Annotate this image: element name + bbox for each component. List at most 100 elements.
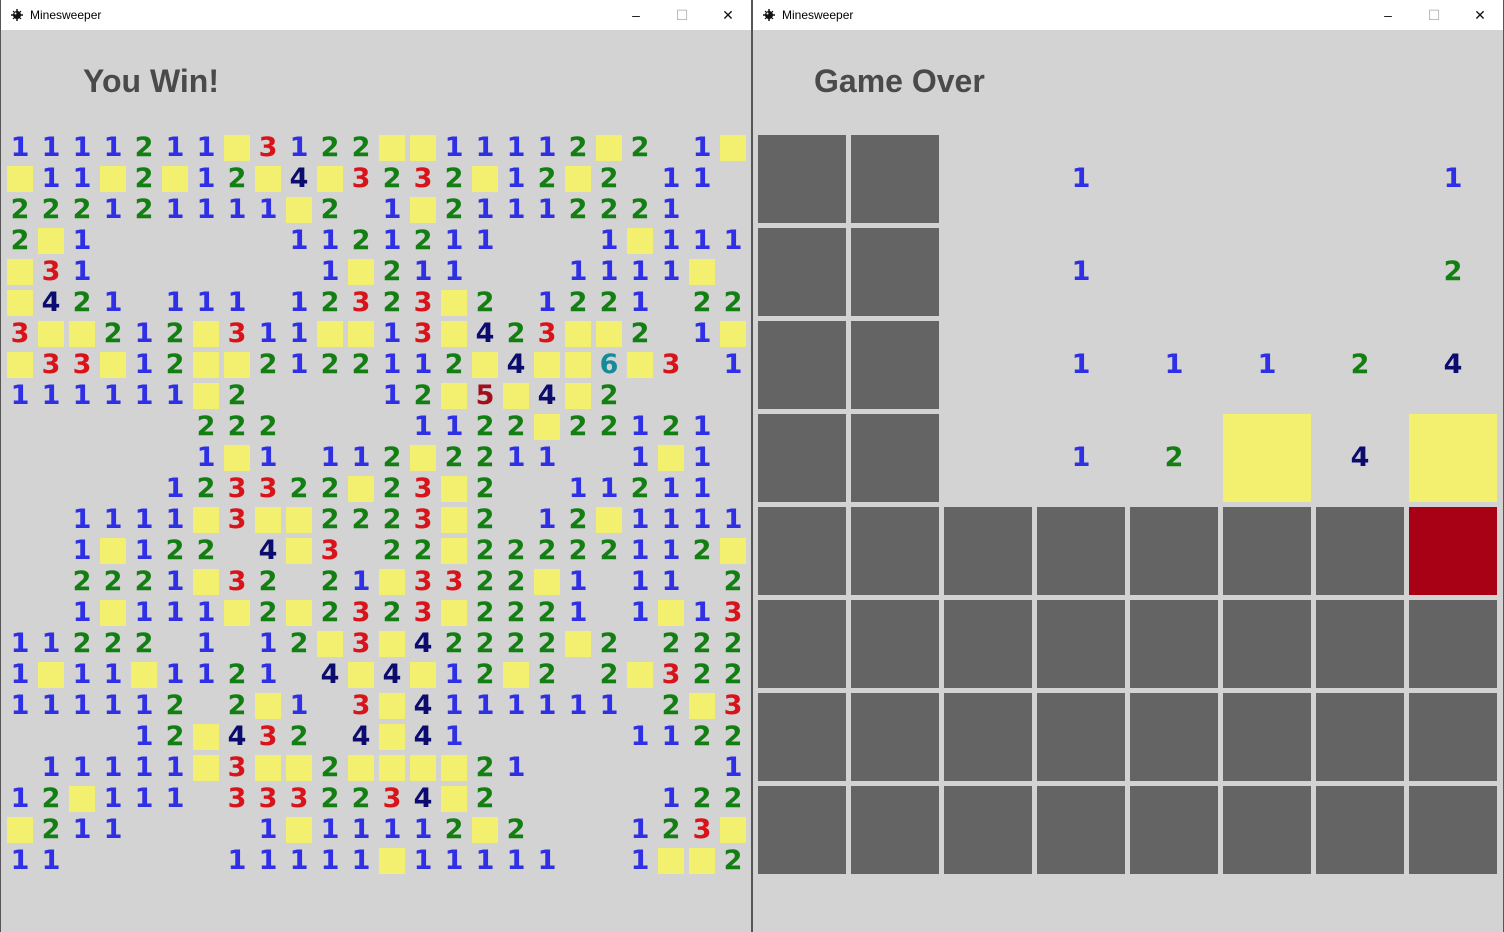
flagged-cell[interactable]: [69, 321, 95, 347]
number-cell[interactable]: 1: [689, 475, 715, 502]
number-cell[interactable]: 1: [472, 692, 498, 719]
hidden-cell[interactable]: [1316, 507, 1404, 595]
number-cell[interactable]: 3: [658, 351, 684, 378]
flagged-cell[interactable]: [348, 662, 374, 688]
hidden-cell[interactable]: [851, 786, 939, 874]
hidden-cell[interactable]: [1130, 693, 1218, 781]
number-cell[interactable]: 1: [348, 847, 374, 874]
number-cell[interactable]: 1: [255, 196, 281, 223]
number-cell[interactable]: 1: [472, 847, 498, 874]
number-cell[interactable]: 2: [627, 475, 653, 502]
number-cell[interactable]: 1: [69, 537, 95, 564]
flagged-cell[interactable]: [627, 228, 653, 254]
number-cell[interactable]: 3: [689, 816, 715, 843]
number-cell[interactable]: 2: [286, 475, 312, 502]
number-cell[interactable]: 1: [658, 506, 684, 533]
number-cell[interactable]: 1: [503, 754, 529, 781]
number-cell[interactable]: 1: [1037, 321, 1125, 409]
hidden-cell[interactable]: [1316, 786, 1404, 874]
number-cell[interactable]: 2: [69, 289, 95, 316]
flagged-cell[interactable]: [441, 383, 467, 409]
number-cell[interactable]: 2: [441, 630, 467, 657]
flagged-cell[interactable]: [720, 817, 746, 843]
number-cell[interactable]: 2: [472, 568, 498, 595]
number-cell[interactable]: 2: [7, 196, 33, 223]
number-cell[interactable]: 1: [100, 506, 126, 533]
number-cell[interactable]: 1: [441, 227, 467, 254]
number-cell[interactable]: 1: [596, 692, 622, 719]
number-cell[interactable]: 1: [348, 444, 374, 471]
number-cell[interactable]: 1: [1223, 321, 1311, 409]
number-cell[interactable]: 2: [224, 661, 250, 688]
flagged-cell[interactable]: [7, 290, 33, 316]
number-cell[interactable]: 1: [503, 165, 529, 192]
flagged-cell[interactable]: [410, 755, 436, 781]
number-cell[interactable]: 2: [534, 661, 560, 688]
number-cell[interactable]: 2: [472, 289, 498, 316]
number-cell[interactable]: 2: [379, 475, 405, 502]
number-cell[interactable]: 1: [224, 289, 250, 316]
flagged-cell[interactable]: [286, 538, 312, 564]
number-cell[interactable]: 2: [720, 723, 746, 750]
number-cell[interactable]: 1: [534, 506, 560, 533]
flagged-cell[interactable]: [255, 755, 281, 781]
number-cell[interactable]: 2: [255, 568, 281, 595]
number-cell[interactable]: 1: [534, 289, 560, 316]
number-cell[interactable]: 1: [69, 134, 95, 161]
number-cell[interactable]: 3: [224, 568, 250, 595]
number-cell[interactable]: 2: [596, 289, 622, 316]
number-cell[interactable]: 4: [286, 165, 312, 192]
number-cell[interactable]: 1: [38, 847, 64, 874]
hidden-cell[interactable]: [851, 693, 939, 781]
number-cell[interactable]: 1: [317, 847, 343, 874]
number-cell[interactable]: 2: [534, 630, 560, 657]
number-cell[interactable]: 2: [317, 506, 343, 533]
number-cell[interactable]: 1: [658, 568, 684, 595]
number-cell[interactable]: 2: [534, 537, 560, 564]
number-cell[interactable]: 2: [596, 196, 622, 223]
number-cell[interactable]: 1: [38, 134, 64, 161]
flagged-cell[interactable]: [7, 352, 33, 378]
number-cell[interactable]: 1: [379, 320, 405, 347]
flagged-cell[interactable]: [286, 817, 312, 843]
flagged-cell[interactable]: [658, 848, 684, 874]
number-cell[interactable]: 2: [472, 475, 498, 502]
number-cell[interactable]: 1: [131, 537, 157, 564]
number-cell[interactable]: 3: [224, 320, 250, 347]
number-cell[interactable]: 2: [100, 630, 126, 657]
number-cell[interactable]: 3: [658, 661, 684, 688]
number-cell[interactable]: 2: [348, 134, 374, 161]
flagged-cell[interactable]: [286, 197, 312, 223]
number-cell[interactable]: 4: [317, 661, 343, 688]
hidden-cell[interactable]: [758, 507, 846, 595]
number-cell[interactable]: 1: [441, 134, 467, 161]
number-cell[interactable]: 1: [348, 816, 374, 843]
number-cell[interactable]: 1: [627, 847, 653, 874]
flagged-cell[interactable]: [720, 321, 746, 347]
number-cell[interactable]: 1: [720, 351, 746, 378]
flagged-cell[interactable]: [255, 693, 281, 719]
hidden-cell[interactable]: [758, 321, 846, 409]
number-cell[interactable]: 1: [441, 847, 467, 874]
number-cell[interactable]: 1: [503, 444, 529, 471]
number-cell[interactable]: 2: [596, 382, 622, 409]
number-cell[interactable]: 2: [131, 165, 157, 192]
hidden-cell[interactable]: [1223, 693, 1311, 781]
number-cell[interactable]: 2: [503, 413, 529, 440]
number-cell[interactable]: 1: [689, 413, 715, 440]
number-cell[interactable]: 3: [410, 289, 436, 316]
flagged-cell[interactable]: [379, 724, 405, 750]
number-cell[interactable]: 3: [286, 785, 312, 812]
number-cell[interactable]: 1: [162, 475, 188, 502]
number-cell[interactable]: 1: [38, 692, 64, 719]
number-cell[interactable]: 1: [627, 506, 653, 533]
exploded-mine-cell[interactable]: [1409, 507, 1497, 595]
flagged-cell[interactable]: [689, 848, 715, 874]
number-cell[interactable]: 1: [720, 227, 746, 254]
number-cell[interactable]: 2: [1130, 414, 1218, 502]
flagged-cell[interactable]: [7, 166, 33, 192]
flagged-cell[interactable]: [38, 321, 64, 347]
number-cell[interactable]: 2: [689, 630, 715, 657]
number-cell[interactable]: 1: [627, 568, 653, 595]
flagged-cell[interactable]: [472, 352, 498, 378]
